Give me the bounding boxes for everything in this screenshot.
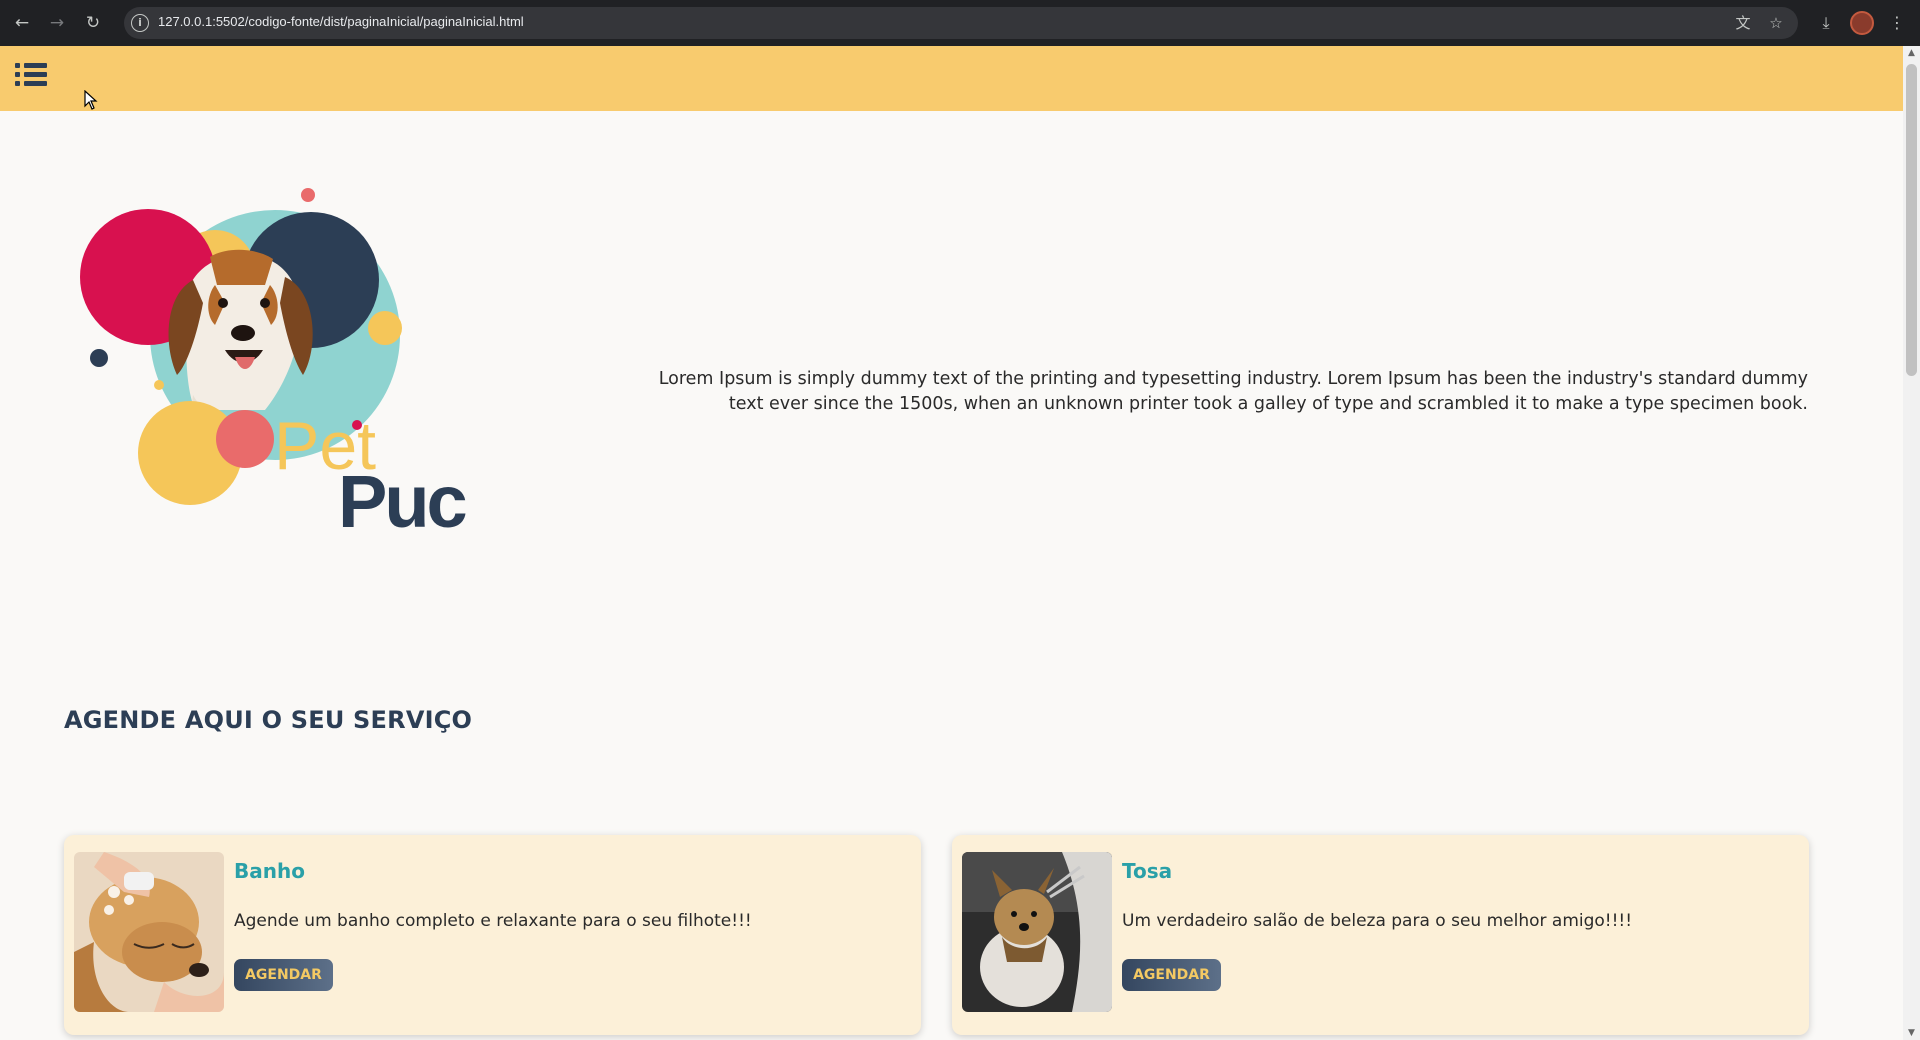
service-card-tosa: Tosa Um verdadeiro salão de beleza para …	[952, 835, 1809, 1035]
address-bar[interactable]: i 127.0.0.1:5502/codigo-fonte/dist/pagin…	[124, 7, 1798, 39]
mouse-cursor-icon	[84, 90, 98, 110]
site-header	[0, 46, 1903, 111]
logo-circle-coral	[216, 410, 274, 468]
logo-dot-coral-top	[301, 188, 315, 202]
menu-list-icon[interactable]	[15, 63, 47, 93]
logo-dot-navy-left	[90, 349, 108, 367]
petpuc-logo: Pet Puc	[80, 188, 469, 543]
scroll-down-icon[interactable]: ▼	[1903, 1026, 1920, 1040]
url-text[interactable]: 127.0.0.1:5502/codigo-fonte/dist/paginaI…	[158, 14, 524, 29]
page-scrollbar[interactable]: ▲ ▼	[1903, 46, 1920, 1040]
tosa-photo	[962, 852, 1112, 1012]
agendar-banho-button[interactable]: AGENDAR	[234, 959, 333, 991]
service-card-banho: Banho Agende um banho completo e relaxan…	[64, 835, 921, 1035]
logo-dot-yellow-right	[368, 311, 402, 345]
card-title: Tosa	[1122, 859, 1173, 883]
card-title: Banho	[234, 859, 305, 883]
scroll-up-icon[interactable]: ▲	[1903, 46, 1920, 60]
back-icon[interactable]: ←	[11, 12, 33, 34]
profile-avatar[interactable]	[1850, 11, 1874, 35]
translate-icon[interactable]: 文	[1733, 13, 1753, 33]
forward-icon[interactable]: →	[46, 12, 68, 34]
bookmark-star-icon[interactable]: ☆	[1766, 13, 1786, 33]
browser-toolbar: ← → ↻ i 127.0.0.1:5502/codigo-fonte/dist…	[0, 0, 1920, 46]
services-section-title: AGENDE AQUI O SEU SERVIÇO	[64, 706, 473, 734]
card-description: Um verdadeiro salão de beleza para o seu…	[1122, 911, 1633, 931]
download-icon[interactable]: ⤓	[1815, 12, 1837, 34]
hero-description: Lorem Ipsum is simply dummy text of the …	[658, 369, 1808, 414]
agendar-tosa-button[interactable]: AGENDAR	[1122, 959, 1221, 991]
reload-icon[interactable]: ↻	[82, 12, 104, 34]
logo-text-puc: Puc	[338, 460, 466, 543]
card-description: Agende um banho completo e relaxante par…	[234, 911, 752, 931]
scrollbar-thumb[interactable]	[1906, 64, 1917, 376]
site-info-icon[interactable]: i	[131, 14, 149, 32]
banho-photo	[74, 852, 224, 1012]
browser-menu-icon[interactable]: ⋮	[1886, 12, 1908, 34]
logo-dot-yellow-tiny	[154, 380, 164, 390]
